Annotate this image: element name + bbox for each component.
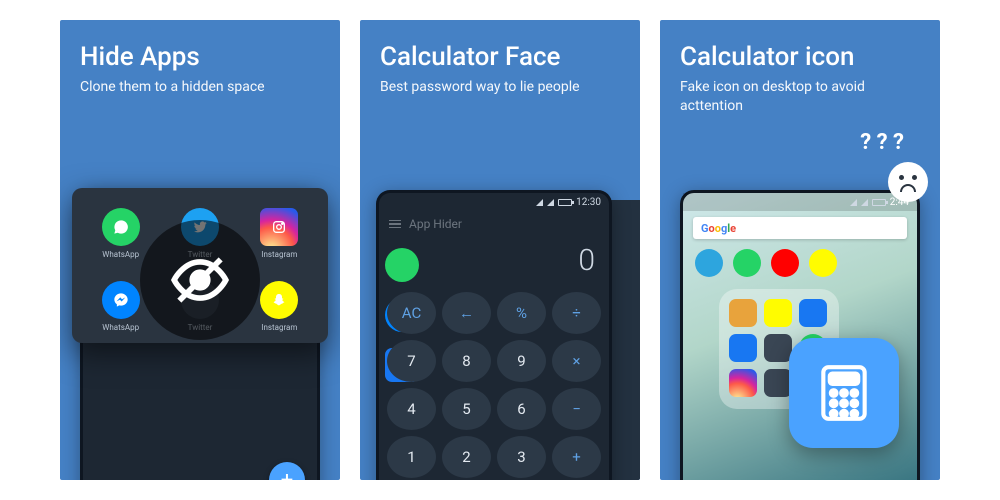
whatsapp-icon[interactable]: [733, 249, 761, 277]
messenger-icon: [102, 281, 140, 319]
status-bar: 2:44: [683, 193, 917, 211]
whatsapp-icon: [385, 248, 419, 282]
eye-slash-icon: [169, 249, 231, 311]
wifi-icon: [536, 199, 543, 206]
panel-subtitle: Clone them to a hidden space: [80, 78, 320, 97]
add-button[interactable]: +: [269, 462, 305, 480]
calc-keypad: AC ← % ÷ 7 8 9 × 4 5 6 − 1 2 3 + 0 . =: [379, 284, 609, 480]
sad-face-icon: [888, 162, 928, 202]
calc-key-9[interactable]: 9: [497, 340, 546, 382]
panel-subtitle: Best password way to lie people: [380, 78, 620, 97]
calculator-icon: [813, 362, 875, 424]
battery-icon: [872, 199, 886, 206]
telegram-icon[interactable]: [695, 249, 723, 277]
hide-overlay: [140, 220, 260, 340]
snapchat-icon[interactable]: [809, 249, 837, 277]
whatsapp-icon: [102, 208, 140, 246]
calc-key-ac[interactable]: AC: [387, 292, 436, 334]
google-search-bar[interactable]: Google: [693, 217, 907, 239]
google-logo-text: Google: [701, 222, 736, 235]
promo-panel-hide-apps: Hide Apps Clone them to a hidden space 1…: [60, 20, 340, 480]
calc-key-5[interactable]: 5: [442, 388, 491, 430]
app-icon[interactable]: [764, 369, 792, 397]
facebook-icon[interactable]: [799, 299, 827, 327]
fake-calculator-icon[interactable]: [789, 338, 899, 448]
calc-key-back[interactable]: ←: [442, 292, 491, 334]
signal-icon: [547, 199, 554, 206]
calc-key-8[interactable]: 8: [442, 340, 491, 382]
signal-icon: [861, 199, 868, 206]
calc-key-divide[interactable]: ÷: [552, 292, 601, 334]
question-marks: ? ? ?: [860, 130, 904, 155]
calc-key-2[interactable]: 2: [442, 436, 491, 478]
instagram-icon[interactable]: [729, 369, 757, 397]
app-icon[interactable]: [764, 334, 792, 362]
facebook-icon[interactable]: [729, 334, 757, 362]
menu-icon[interactable]: [389, 220, 401, 229]
calc-key-1[interactable]: 1: [387, 436, 436, 478]
clash-icon[interactable]: [729, 299, 757, 327]
app-title: App Hider: [409, 217, 599, 231]
calc-key-6[interactable]: 6: [497, 388, 546, 430]
youtube-icon[interactable]: [771, 249, 799, 277]
phone-mock-home: 2:44 Google: [680, 190, 920, 480]
calc-key-4[interactable]: 4: [387, 388, 436, 430]
instagram-icon: [260, 208, 298, 246]
panel-title: Calculator Face: [380, 42, 620, 72]
snapchat-icon[interactable]: [764, 299, 792, 327]
panel-title: Calculator icon: [680, 42, 920, 72]
panel-subtitle: Fake icon on desktop to avoid acttention: [680, 78, 920, 116]
app-header: App Hider: [379, 211, 609, 237]
home-row: [683, 245, 917, 281]
battery-icon: [558, 199, 572, 206]
calc-key-minus[interactable]: −: [552, 388, 601, 430]
status-bar: 12:30: [379, 193, 609, 211]
calc-key-3[interactable]: 3: [497, 436, 546, 478]
snapchat-icon: [260, 281, 298, 319]
calc-key-plus[interactable]: +: [552, 436, 601, 478]
calc-key-multiply[interactable]: ×: [552, 340, 601, 382]
promo-panel-calculator-face: Calculator Face Best password way to lie…: [360, 20, 640, 480]
status-time: 12:30: [576, 197, 601, 208]
panel-title: Hide Apps: [80, 42, 320, 72]
phone-mock: 12:30 App Hider 0 AC ← % ÷ 7 8 9 × 4 5 6…: [376, 190, 612, 480]
calc-key-7[interactable]: 7: [387, 340, 436, 382]
calc-key-percent[interactable]: %: [497, 292, 546, 334]
wifi-icon: [850, 199, 857, 206]
promo-panel-calculator-icon: Calculator icon Fake icon on desktop to …: [660, 20, 940, 480]
